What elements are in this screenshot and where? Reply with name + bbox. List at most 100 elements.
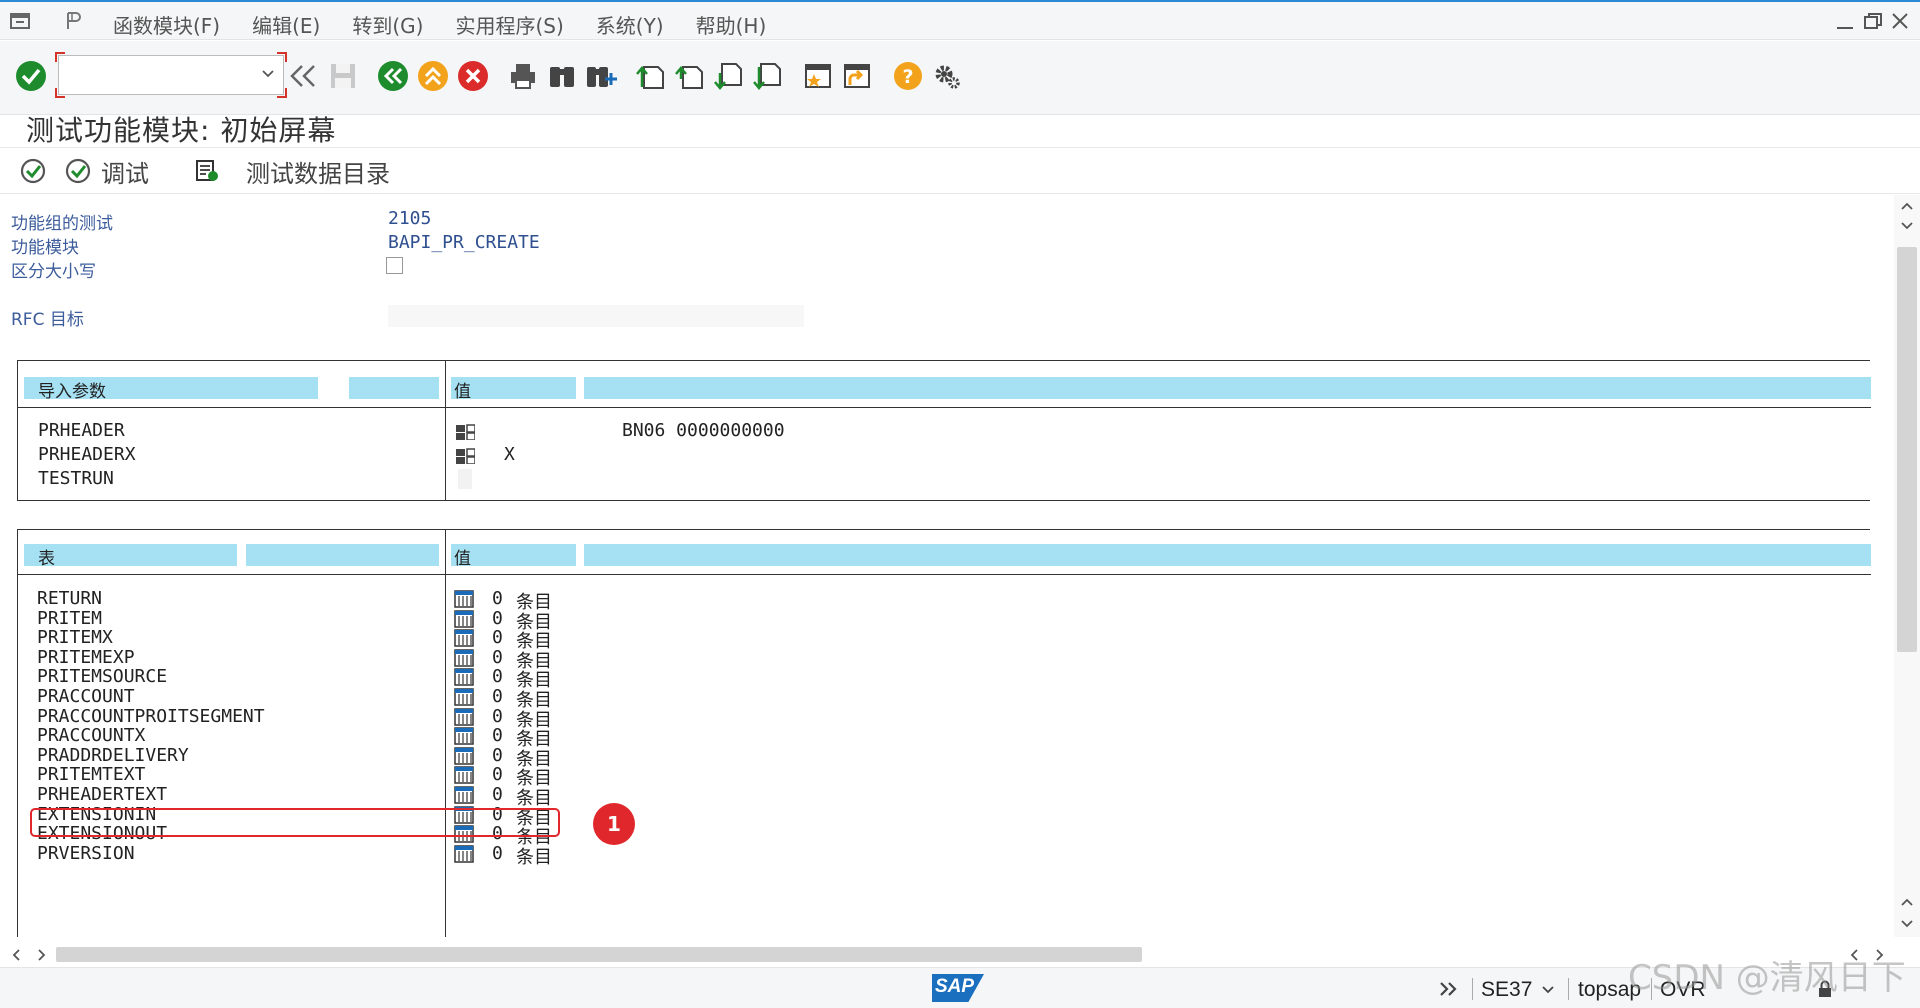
debug-icon xyxy=(65,158,91,184)
expand-status-icon[interactable] xyxy=(1437,978,1461,1000)
table-param-name: RETURN xyxy=(37,588,103,609)
table-icon[interactable] xyxy=(454,747,474,765)
table-icon[interactable] xyxy=(454,649,474,667)
function-module-value: BAPI_PR_CREATE xyxy=(388,232,540,253)
new-session-icon[interactable] xyxy=(801,59,835,93)
debug-button[interactable]: 调试 xyxy=(63,154,149,188)
last-page-icon[interactable] xyxy=(751,59,785,93)
command-input[interactable] xyxy=(63,60,253,90)
transaction-code[interactable]: SE37 xyxy=(1481,978,1532,1002)
scroll-right-icon[interactable] xyxy=(34,948,48,962)
menu-help[interactable]: 帮助(H) xyxy=(696,10,767,39)
import-param-name: PRHEADER xyxy=(38,420,125,441)
table-entry-count: 0 xyxy=(492,647,503,668)
rfc-target-input[interactable] xyxy=(388,305,804,327)
scroll-right-icon[interactable] xyxy=(1872,948,1886,962)
first-page-icon[interactable] xyxy=(634,59,668,93)
close-window-icon[interactable] xyxy=(1888,10,1914,32)
table-icon[interactable] xyxy=(454,708,474,726)
chevron-down-icon[interactable] xyxy=(261,66,275,80)
help-icon[interactable]: ? xyxy=(891,59,925,93)
chevron-down-icon[interactable] xyxy=(1540,981,1556,997)
testrun-input[interactable] xyxy=(458,469,472,489)
save-icon[interactable] xyxy=(326,59,360,93)
table-icon[interactable] xyxy=(454,629,474,647)
vertical-scrollbar[interactable] xyxy=(1894,195,1920,937)
table-entry-unit: 条目 xyxy=(516,847,552,868)
svg-text:?: ? xyxy=(902,66,913,88)
back-icon[interactable] xyxy=(376,59,410,93)
menu-utilities[interactable]: 实用程序(S) xyxy=(455,10,563,39)
table-icon[interactable] xyxy=(454,610,474,628)
vertical-scroll-thumb[interactable] xyxy=(1897,247,1917,652)
table-icon[interactable] xyxy=(454,590,474,608)
cancel-icon[interactable] xyxy=(456,59,490,93)
function-module-label: 功能模块 xyxy=(11,238,79,258)
table-param-name: PRITEMTEXT xyxy=(37,764,146,785)
horizontal-scroll-thumb[interactable] xyxy=(56,947,1142,962)
highlight-box xyxy=(30,808,560,837)
import-param-value[interactable]: BN06 0000000000 xyxy=(622,420,785,441)
scroll-down-icon[interactable] xyxy=(1899,219,1915,233)
table-icon[interactable] xyxy=(454,668,474,686)
import-parameters-panel: 导入参数 值 PRHEADER BN06 0000000000 PRHEADER… xyxy=(17,360,1871,501)
tables-panel: 表 值 xyxy=(17,529,1871,937)
table-entry-count: 0 xyxy=(492,784,503,805)
server-name: topsap xyxy=(1578,978,1642,1001)
execute-button[interactable] xyxy=(18,154,48,188)
restore-icon[interactable] xyxy=(1860,10,1886,32)
print-icon[interactable] xyxy=(506,59,540,93)
sap-logo: SAP xyxy=(932,974,984,1002)
case-sensitive-label: 区分大小写 xyxy=(11,262,96,282)
next-page-icon[interactable] xyxy=(712,59,746,93)
table-param-name: PRACCOUNTX xyxy=(37,725,146,746)
exit-icon[interactable] xyxy=(416,59,450,93)
table-entry-count: 0 xyxy=(492,627,503,648)
table-entry-count: 0 xyxy=(492,666,503,687)
scroll-up-icon[interactable] xyxy=(1899,199,1915,213)
find-icon[interactable] xyxy=(545,59,579,93)
menu-customize-icon[interactable] xyxy=(62,9,88,33)
command-field[interactable] xyxy=(55,52,287,98)
settings-icon[interactable] xyxy=(930,59,964,93)
insert-mode[interactable]: OVR xyxy=(1660,978,1706,1002)
page-title: 测试功能模块: 初始屏幕 xyxy=(26,114,337,147)
table-icon[interactable] xyxy=(454,727,474,745)
menu-goto[interactable]: 转到(G) xyxy=(352,10,423,39)
table-icon[interactable] xyxy=(454,688,474,706)
rfc-target-label: RFC 目标 xyxy=(11,310,84,330)
table-icon[interactable] xyxy=(454,766,474,784)
table-entry-count: 0 xyxy=(492,843,503,864)
horizontal-scrollbar[interactable] xyxy=(0,943,1920,967)
structure-icon[interactable] xyxy=(455,422,475,440)
scroll-left-icon[interactable] xyxy=(1848,948,1862,962)
menu-edit[interactable]: 编辑(E) xyxy=(252,10,320,39)
function-group-value: 2105 xyxy=(388,208,432,229)
menu-system[interactable]: 系统(Y) xyxy=(596,10,664,39)
menu-system-icon[interactable] xyxy=(8,9,34,33)
structure-icon[interactable] xyxy=(455,446,475,464)
case-sensitive-checkbox[interactable] xyxy=(386,257,403,274)
find-next-icon[interactable] xyxy=(584,59,618,93)
table-entry-count: 0 xyxy=(492,725,503,746)
table-param-name: PRADDRDELIVERY xyxy=(37,745,189,766)
table-icon[interactable] xyxy=(454,786,474,804)
import-param-value[interactable]: X xyxy=(504,444,515,465)
lock-icon xyxy=(1819,980,1831,997)
scroll-down-icon[interactable] xyxy=(1899,917,1915,931)
test-data-directory-icon xyxy=(196,160,218,181)
scroll-up-icon[interactable] xyxy=(1899,895,1915,909)
table-param-name: PRHEADERTEXT xyxy=(37,784,168,805)
menu-function-module[interactable]: 函数模块(F) xyxy=(113,10,220,39)
enter-icon[interactable] xyxy=(14,59,48,93)
prev-page-icon[interactable] xyxy=(673,59,707,93)
scroll-left-icon[interactable] xyxy=(10,948,24,962)
table-param-name: PRITEMEXP xyxy=(37,647,135,668)
test-data-directory-button[interactable]: 测试数据目录 xyxy=(192,154,390,188)
shortcut-icon[interactable] xyxy=(840,59,874,93)
application-toolbar: 调试 测试数据目录 xyxy=(0,148,1920,194)
table-icon[interactable] xyxy=(454,845,474,863)
minimize-icon[interactable] xyxy=(1832,10,1858,32)
execute-icon xyxy=(20,158,46,184)
collapse-icon[interactable] xyxy=(286,59,320,93)
